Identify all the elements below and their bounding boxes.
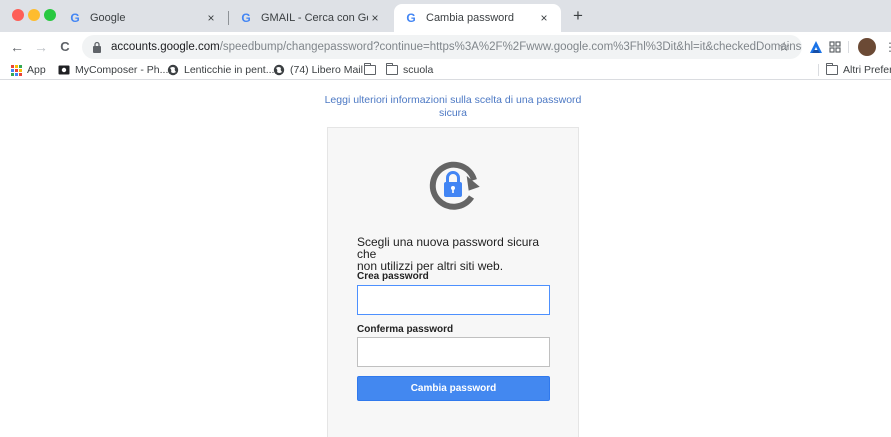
link-line: Leggi ulteriori informazioni sulla scelt… — [324, 94, 582, 106]
change-password-card: Scegli una nuova password sicura che non… — [327, 127, 579, 437]
folder-icon — [364, 63, 376, 75]
toolbar-divider — [848, 41, 849, 53]
browser-menu-icon[interactable]: ⋮ — [884, 38, 891, 56]
back-button[interactable]: ← — [8, 38, 26, 56]
google-favicon-icon: G — [70, 11, 80, 25]
confirm-password-label: Conferma password — [357, 324, 454, 335]
create-password-label: Crea password — [357, 271, 429, 282]
bookmarks-bar: App MyComposer - Ph... Lenticchie in pen… — [0, 62, 891, 80]
globe-icon — [273, 64, 285, 76]
lock-icon — [93, 41, 101, 53]
url-path: /speedbump/changepassword?continue=https… — [219, 41, 802, 53]
password-info-link[interactable]: Leggi ulteriori informazioni sulla scelt… — [300, 94, 606, 120]
bookmark-mycomposer[interactable]: MyComposer - Ph... — [58, 63, 168, 77]
tab-close-icon[interactable]: × — [537, 11, 551, 25]
bookmark-label: (74) Libero Mail — [290, 64, 363, 76]
reload-button[interactable]: C — [56, 38, 74, 56]
close-window-button[interactable] — [12, 9, 24, 21]
folder-icon — [826, 63, 838, 75]
tab-strip: G Google × G GMAIL - Cerca con Google × … — [0, 0, 891, 32]
bookmark-label: scuola — [403, 64, 434, 76]
bookmarks-divider — [818, 64, 819, 76]
extension-grid-icon[interactable] — [827, 39, 843, 55]
bookmark-libero-mail[interactable]: (74) Libero Mail — [273, 63, 363, 77]
folder-icon — [386, 63, 398, 75]
confirm-password-input[interactable] — [357, 337, 550, 367]
bookmark-star-icon[interactable]: ☆ — [778, 40, 790, 54]
intro-text: Scegli una nuova password sicura che non… — [357, 236, 557, 272]
tab-title: Google — [90, 12, 126, 24]
bookmark-apps[interactable]: App — [10, 63, 46, 77]
tab-cambia-password[interactable]: G Cambia password × — [394, 4, 561, 32]
bookmark-label: App — [27, 64, 46, 76]
minimize-window-button[interactable] — [28, 9, 40, 21]
tab-gmail-search[interactable]: G GMAIL - Cerca con Google × — [229, 4, 392, 32]
forward-button[interactable]: → — [32, 38, 50, 56]
lock-refresh-icon — [429, 161, 480, 210]
address-bar[interactable]: accounts.google.com/speedbump/changepass… — [82, 35, 802, 59]
mycomposer-icon — [58, 65, 70, 75]
zoom-window-button[interactable] — [44, 9, 56, 21]
bookmark-lenticchie[interactable]: Lenticchie in pent... — [167, 63, 274, 77]
link-line: sicura — [438, 107, 467, 119]
url-text: accounts.google.com/speedbump/changepass… — [111, 41, 802, 53]
bookmark-label: Altri Preferiti — [843, 64, 891, 76]
create-password-input[interactable] — [357, 285, 550, 315]
tab-title: Cambia password — [426, 12, 515, 24]
tab-google[interactable]: G Google × — [58, 4, 228, 32]
globe-icon — [167, 64, 179, 76]
bookmark-label: MyComposer - Ph... — [75, 64, 169, 76]
apps-grid-icon — [10, 64, 22, 76]
tab-close-icon[interactable]: × — [368, 11, 382, 25]
bookmark-other[interactable]: Altri Preferiti — [826, 63, 891, 77]
intro-line: Scegli una nuova password sicura che — [357, 235, 540, 261]
tab-title: GMAIL - Cerca con Google — [261, 12, 368, 24]
google-favicon-icon: G — [406, 11, 416, 25]
url-host: accounts.google.com — [111, 41, 220, 53]
bookmark-folder[interactable] — [364, 63, 381, 77]
new-tab-button[interactable]: + — [570, 7, 586, 25]
bookmark-scuola[interactable]: scuola — [386, 63, 433, 77]
google-favicon-icon: G — [241, 11, 251, 25]
tab-close-icon[interactable]: × — [204, 11, 218, 25]
extension-a-icon[interactable] — [808, 39, 824, 55]
browser-toolbar: ← → C accounts.google.com/speedbump/chan… — [0, 32, 891, 62]
profile-avatar[interactable] — [858, 38, 876, 56]
bookmark-label: Lenticchie in pent... — [184, 64, 275, 76]
change-password-button[interactable]: Cambia password — [357, 376, 550, 401]
